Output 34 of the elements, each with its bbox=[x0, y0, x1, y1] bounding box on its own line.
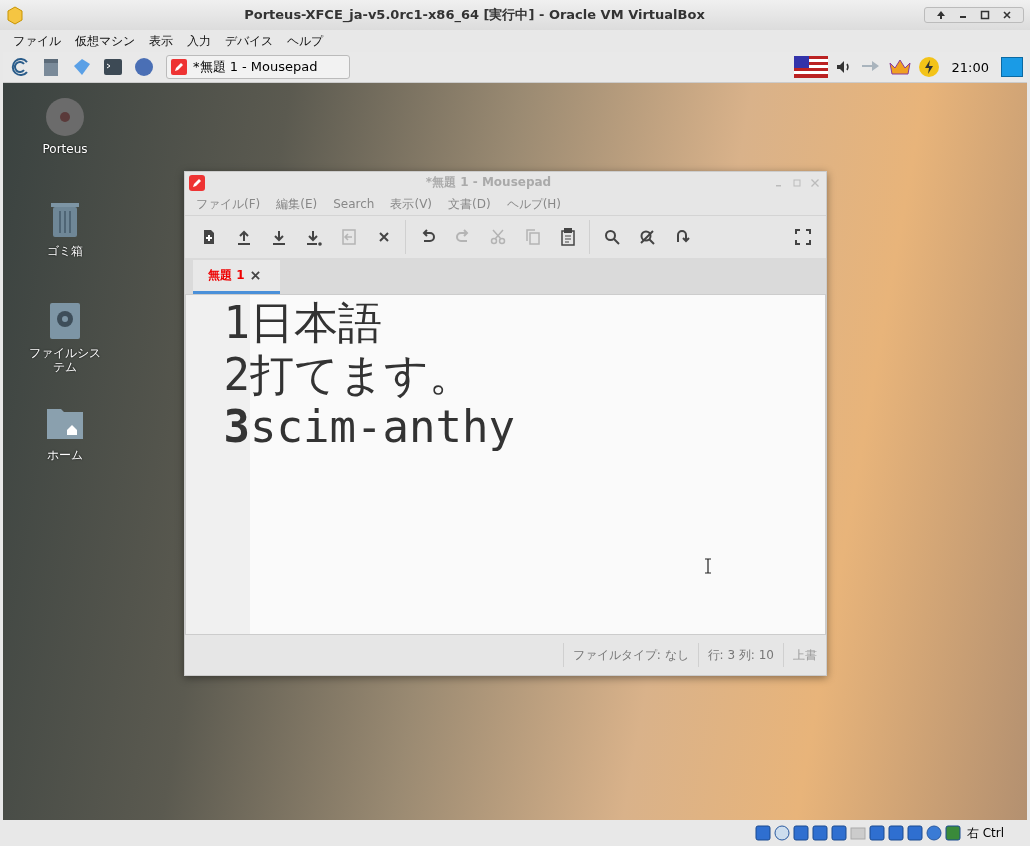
menu-item[interactable]: ファイル bbox=[6, 32, 68, 50]
menu-item[interactable]: デバイス bbox=[218, 32, 280, 50]
text-cursor-icon bbox=[704, 558, 712, 574]
menu-item[interactable]: 入力 bbox=[180, 32, 218, 50]
text-line: 打てます。 bbox=[250, 349, 473, 400]
desktop-icon-label[interactable]: Porteus bbox=[25, 143, 105, 157]
menu-item[interactable]: 仮想マシン bbox=[68, 32, 142, 50]
menu-item[interactable]: ヘルプ bbox=[280, 32, 330, 50]
menu-item[interactable]: 表示 bbox=[142, 32, 180, 50]
flag-icon[interactable] bbox=[793, 56, 828, 78]
pencil-icon bbox=[171, 59, 187, 75]
clock[interactable]: 21:00 bbox=[945, 59, 995, 75]
text-line: 日本語 bbox=[250, 297, 382, 348]
text-line: scim-anthy bbox=[250, 401, 515, 452]
taskbar-button[interactable]: *無題 1 - Mousepad bbox=[166, 55, 350, 79]
window-title: *無題 1 - Mousepad bbox=[424, 174, 553, 191]
line-number: 1 bbox=[222, 297, 250, 349]
line-number: 3 bbox=[222, 401, 250, 453]
close-icon[interactable] bbox=[1002, 10, 1012, 20]
host-key-label: 右 Ctrl bbox=[966, 824, 1004, 842]
desktop-icon-label[interactable]: ファイルシステム bbox=[25, 347, 105, 375]
maximize-icon[interactable] bbox=[980, 10, 990, 20]
lightning-icon[interactable] bbox=[917, 56, 940, 78]
line-number: 2 bbox=[222, 349, 250, 401]
window-title: Porteus-XFCE_ja-v5.0rc1-x86_64 [実行中] - Oracle VM VirtualBox bbox=[243, 6, 706, 24]
pin-icon[interactable] bbox=[936, 10, 946, 20]
status-text: ファイルタイプ: なし bbox=[562, 643, 698, 667]
desktop-icon-label[interactable]: ゴミ箱 bbox=[25, 245, 105, 259]
document-tab[interactable]: 無題 1 bbox=[193, 260, 280, 294]
status-text: 行: 3 列: 10 bbox=[697, 643, 783, 667]
pencil-icon bbox=[189, 174, 205, 191]
crown-icon[interactable] bbox=[887, 57, 912, 77]
close-icon[interactable] bbox=[250, 271, 260, 280]
desktop-icon-label[interactable]: ホーム bbox=[25, 449, 105, 463]
